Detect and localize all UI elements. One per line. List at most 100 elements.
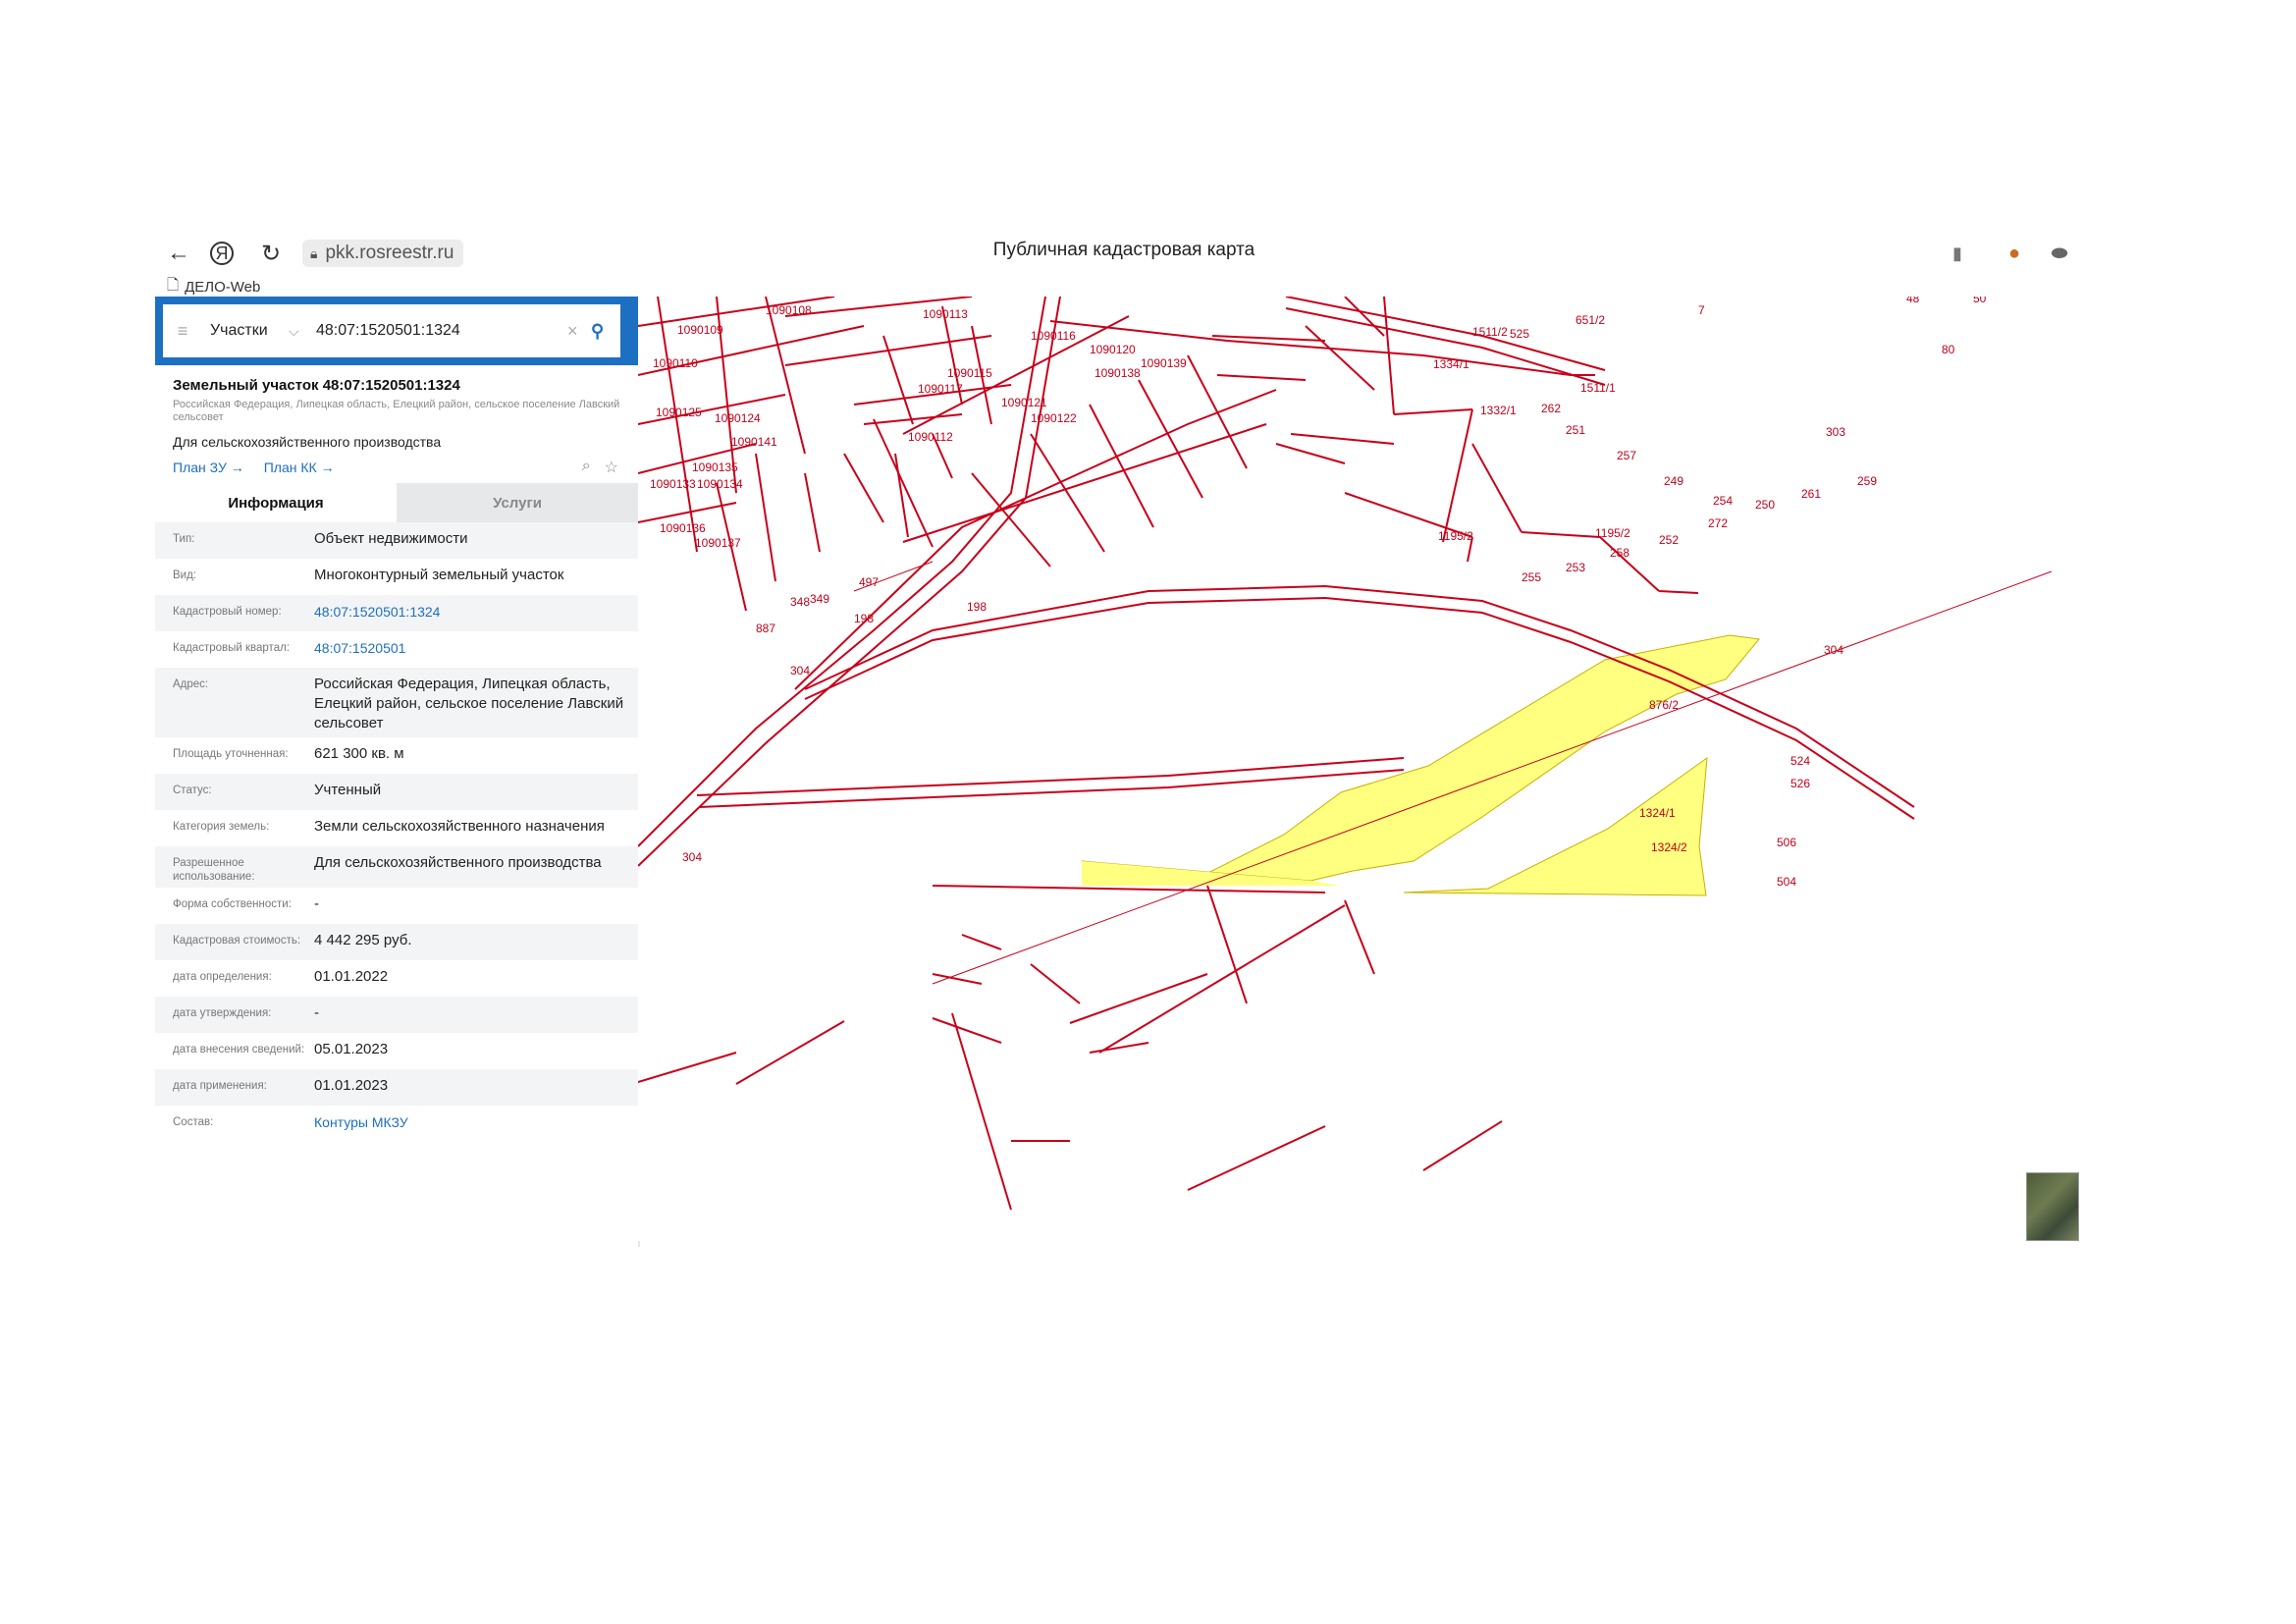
yandex-icon[interactable]: Я bbox=[210, 242, 234, 265]
parcel-label: 258 bbox=[1610, 546, 1629, 560]
parcel-label: 1090121 bbox=[1001, 396, 1047, 409]
parcel-label: 251 bbox=[1566, 423, 1585, 437]
parcel-label: 651/2 bbox=[1575, 313, 1605, 327]
parcel-label: 1090133 bbox=[650, 477, 696, 491]
parcel-label: 7 bbox=[1698, 303, 1705, 317]
info-row-value: 4 442 295 руб. bbox=[314, 932, 412, 948]
parcel-label: 1195/2 bbox=[1438, 529, 1473, 543]
bookmark-label: ДЕЛО-Web bbox=[185, 279, 261, 296]
info-row: дата применения: 01.01.2023 bbox=[155, 1069, 638, 1106]
parcel-label: 304 bbox=[790, 664, 810, 677]
info-row-label: Площадь уточненная: bbox=[173, 748, 289, 760]
plan-zu-link[interactable]: План ЗУ → bbox=[173, 460, 244, 475]
plan-kk-link[interactable]: План КК → bbox=[264, 460, 335, 475]
info-row-link[interactable]: 48:07:1520501 bbox=[314, 635, 638, 664]
info-row-value: 01.01.2023 bbox=[314, 1077, 389, 1094]
info-panel: ≡ Участки ⌵ 48:07:1520501:1324 × ⚲ ‹ Зем… bbox=[155, 297, 656, 1247]
search-type-select[interactable]: Участки bbox=[202, 322, 289, 340]
parcel-label: 255 bbox=[1522, 570, 1541, 584]
parcel-label: 1195/2 bbox=[1595, 526, 1630, 540]
star-icon[interactable]: ☆ bbox=[605, 458, 618, 477]
parcel-label: 304 bbox=[682, 850, 702, 864]
parcel-label: 261 bbox=[1801, 487, 1821, 501]
parcel-label: 249 bbox=[1664, 474, 1683, 488]
parcel-label: 50 bbox=[1973, 297, 1987, 305]
cadastral-map[interactable]: 1090108 1090109 1090110 1090113 1090116 10901… bbox=[638, 297, 2079, 1241]
parcel-label: 303 bbox=[1826, 425, 1845, 439]
info-row-label: Кадастровая стоимость: bbox=[173, 935, 301, 947]
info-row-link[interactable]: Контуры МКЗУ bbox=[314, 1110, 638, 1138]
download-icon[interactable]: ⬬ bbox=[2046, 240, 2073, 267]
refresh-icon[interactable]: ↻ bbox=[257, 240, 285, 267]
object-address: Российская Федерация, Липецкая область, … bbox=[173, 399, 620, 423]
object-actions: ⌕ ☆ bbox=[582, 458, 618, 477]
info-row-label: Статус: bbox=[173, 785, 212, 796]
address-bar[interactable]: 🔒︎ pkk.rosreestr.ru bbox=[302, 240, 464, 267]
parcel-label: 254 bbox=[1713, 494, 1733, 508]
parcel-label: 1324/1 bbox=[1639, 806, 1676, 820]
back-arrow-icon[interactable]: ← bbox=[165, 240, 192, 267]
tabs: Информация Услуги bbox=[155, 483, 638, 522]
info-row-value: - bbox=[314, 895, 319, 912]
parcel-label: 272 bbox=[1708, 516, 1728, 530]
info-row: Тип: Объект недвижимости bbox=[155, 522, 638, 559]
info-row-label: дата применения: bbox=[173, 1080, 267, 1092]
parcel-label: 1090115 bbox=[947, 366, 992, 380]
info-row: Вид: Многоконтурный земельный участок bbox=[155, 559, 638, 595]
parcel-label: 1090135 bbox=[692, 460, 738, 474]
clear-icon[interactable]: × bbox=[567, 321, 591, 342]
parcel-label: 887 bbox=[756, 622, 775, 635]
menu-icon[interactable]: ≡ bbox=[163, 321, 202, 342]
parcel-label: 1090116 bbox=[1031, 329, 1076, 343]
parcel-label: 1090112 bbox=[908, 430, 953, 444]
info-row-value: Земли сельскохозяйственного назначения bbox=[314, 818, 605, 835]
bookmark-icon[interactable]: ▮ bbox=[1944, 240, 1971, 267]
object-links: План ЗУ → План КК → bbox=[173, 460, 335, 475]
info-row-label: Вид: bbox=[173, 569, 196, 581]
map-canvas[interactable]: 1090108 1090109 1090110 1090113 1090116 10901… bbox=[638, 297, 2079, 1241]
info-row: Состав: Контуры МКЗУ bbox=[155, 1106, 638, 1142]
info-row-label: дата определения: bbox=[173, 971, 272, 983]
info-row-label: Тип: bbox=[173, 533, 195, 545]
info-row: Площадь уточненная: 621 300 кв. м bbox=[155, 737, 638, 774]
info-row: Разрешенное использование: Для сельскохоз… bbox=[155, 846, 638, 888]
tab-services[interactable]: Услуги bbox=[397, 483, 638, 522]
info-row: Кадастровый номер: 48:07:1520501:1324 bbox=[155, 595, 638, 631]
info-row-value: - bbox=[314, 1004, 319, 1021]
chevron-down-icon[interactable]: ⌵ bbox=[289, 323, 312, 340]
lock-icon: 🔒︎ bbox=[310, 244, 318, 261]
parcel-label: 1511/1 bbox=[1580, 381, 1616, 395]
object-title: Земельный участок 48:07:1520501:1324 bbox=[173, 377, 460, 394]
browser-toolbar: ← Я ↻ 🔒︎ pkk.rosreestr.ru Публичная када… bbox=[157, 232, 2091, 275]
parcel-label: 253 bbox=[1566, 561, 1585, 574]
parcel-label: 1090113 bbox=[923, 307, 968, 321]
parcel-label: 252 bbox=[1659, 533, 1679, 547]
info-row-link[interactable]: 48:07:1520501:1324 bbox=[314, 599, 638, 627]
parcel-label: 250 bbox=[1755, 498, 1775, 512]
parcel-label: 1334/1 bbox=[1433, 357, 1469, 371]
parcel-label: 198 bbox=[967, 600, 987, 614]
parcel-label: 1090136 bbox=[660, 521, 706, 535]
info-row-value: 621 300 кв. м bbox=[314, 745, 404, 762]
info-row-value: 01.01.2022 bbox=[314, 968, 389, 985]
zoom-to-object-icon[interactable]: ⌕ bbox=[582, 458, 591, 477]
parcel-label: 1090137 bbox=[695, 536, 741, 550]
parcel-label: 198 bbox=[854, 612, 874, 625]
satellite-toggle[interactable] bbox=[2026, 1172, 2079, 1241]
info-row-value: Учтенный bbox=[314, 782, 382, 798]
info-row: дата внесения сведений: 05.01.2023 bbox=[155, 1033, 638, 1069]
info-row-label: Кадастровый номер: bbox=[173, 606, 282, 618]
parcel-label: 1090134 bbox=[697, 477, 743, 491]
info-row-value: 05.01.2023 bbox=[314, 1041, 389, 1057]
info-row-label: дата внесения сведений: bbox=[173, 1044, 305, 1056]
parcel-label: 1090110 bbox=[653, 356, 698, 370]
url-text: pkk.rosreestr.ru bbox=[325, 243, 454, 263]
tab-info[interactable]: Информация bbox=[155, 483, 397, 522]
info-row: дата определения: 01.01.2022 bbox=[155, 960, 638, 997]
search-icon[interactable]: ⚲ bbox=[591, 321, 620, 342]
search-input[interactable]: 48:07:1520501:1324 bbox=[312, 322, 567, 340]
info-row-label: дата утверждения: bbox=[173, 1007, 272, 1019]
info-row: Форма собственности: - bbox=[155, 888, 638, 924]
parcel-label: 1090141 bbox=[731, 435, 777, 449]
extension-icon[interactable]: ● bbox=[2001, 240, 2028, 267]
